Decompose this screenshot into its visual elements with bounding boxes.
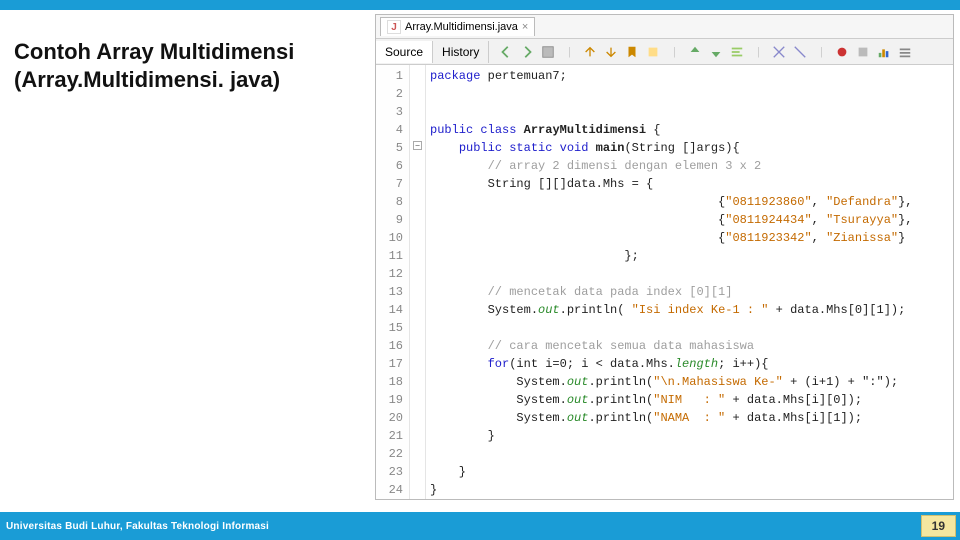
- slide-text-pane: Contoh Array Multidimensi (Array.Multidi…: [0, 10, 375, 500]
- stop-icon[interactable]: [854, 43, 872, 61]
- slide-title: Contoh Array Multidimensi (Array.Multidi…: [14, 38, 363, 93]
- find-prev-icon[interactable]: [581, 43, 599, 61]
- code-editor: J Array.Multidimensi.java × Source Histo…: [375, 14, 954, 500]
- close-icon[interactable]: ×: [522, 21, 528, 33]
- java-file-icon: J: [387, 20, 401, 34]
- title-line-1: Contoh Array Multidimensi: [14, 39, 294, 64]
- slide-top-border: [0, 0, 960, 10]
- format-icon[interactable]: [728, 43, 746, 61]
- line-number-gutter: 123456789101112131415161718192021222324: [376, 65, 410, 499]
- nav-fwd-icon[interactable]: [518, 43, 536, 61]
- save-icon[interactable]: [539, 43, 557, 61]
- find-next-icon[interactable]: [602, 43, 620, 61]
- fold-gutter: −: [410, 65, 426, 499]
- bookmark-icon[interactable]: [623, 43, 641, 61]
- record-icon[interactable]: [833, 43, 851, 61]
- sep3: |: [749, 43, 767, 61]
- slide-footer: Universitas Budi Luhur, Fakultas Teknolo…: [0, 512, 960, 540]
- uncomment-icon[interactable]: [791, 43, 809, 61]
- view-source-tab[interactable]: Source: [376, 41, 433, 63]
- content-area: Contoh Array Multidimensi (Array.Multidi…: [0, 10, 960, 500]
- chart-icon[interactable]: [875, 43, 893, 61]
- view-history-tab[interactable]: History: [433, 41, 489, 63]
- editor-tab-bar: J Array.Multidimensi.java ×: [376, 15, 953, 39]
- code-area: 123456789101112131415161718192021222324 …: [376, 65, 953, 499]
- nav-back-icon[interactable]: [497, 43, 515, 61]
- footer-university: Universitas Budi Luhur, Fakultas Teknolo…: [6, 521, 269, 532]
- highlight-icon[interactable]: [644, 43, 662, 61]
- editor-file-tab[interactable]: J Array.Multidimensi.java ×: [380, 17, 535, 36]
- code-text[interactable]: package pertemuan7; public class ArrayMu…: [426, 65, 953, 499]
- tab-filename: Array.Multidimensi.java: [405, 21, 518, 33]
- title-line-2: (Array.Multidimensi. java): [14, 67, 280, 92]
- toolbar-icon-group: | | | |: [489, 43, 914, 61]
- settings-icon[interactable]: [896, 43, 914, 61]
- sep: |: [560, 43, 578, 61]
- fold-toggle-icon[interactable]: −: [413, 141, 422, 150]
- sep2: |: [665, 43, 683, 61]
- shift-down-icon[interactable]: [707, 43, 725, 61]
- comment-icon[interactable]: [770, 43, 788, 61]
- editor-toolbar: Source History | | | |: [376, 39, 953, 65]
- footer-page-number: 19: [921, 515, 956, 537]
- sep4: |: [812, 43, 830, 61]
- shift-up-icon[interactable]: [686, 43, 704, 61]
